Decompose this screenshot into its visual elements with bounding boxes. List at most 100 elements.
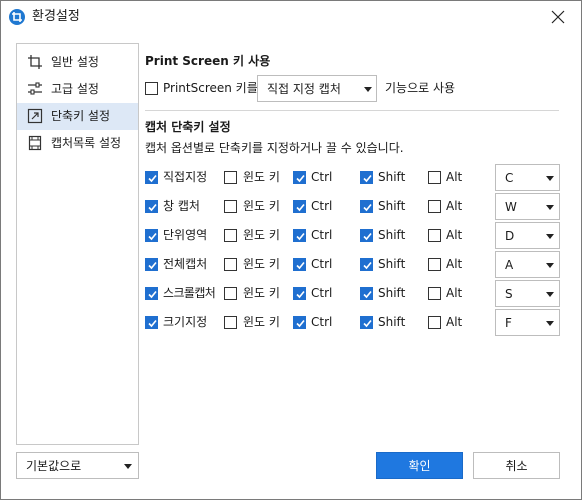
win-key-label: 윈도 키 bbox=[243, 257, 280, 271]
key-select-value: A bbox=[505, 258, 514, 272]
key-select[interactable]: D bbox=[495, 222, 560, 249]
ok-button[interactable]: 확인 bbox=[376, 452, 463, 479]
shift-label: Shift bbox=[378, 315, 406, 329]
window-title: 환경설정 bbox=[32, 9, 80, 24]
ctrl-checkbox[interactable] bbox=[293, 200, 306, 213]
key-select-value: C bbox=[505, 171, 514, 185]
key-select[interactable]: F bbox=[495, 309, 560, 336]
alt-checkbox[interactable] bbox=[428, 229, 441, 242]
capture-shortcut-section-title: 캡처 단축키 설정 bbox=[145, 120, 231, 134]
win-key-label: 윈도 키 bbox=[243, 228, 280, 242]
win-key-checkbox[interactable] bbox=[224, 316, 237, 329]
cancel-button-label: 취소 bbox=[505, 459, 528, 473]
row-enable-checkbox[interactable] bbox=[145, 316, 158, 329]
row-enable-checkbox[interactable] bbox=[145, 287, 158, 300]
cancel-button[interactable]: 취소 bbox=[473, 452, 560, 479]
alt-label: Alt bbox=[446, 199, 463, 213]
check-icon bbox=[148, 261, 157, 270]
check-icon bbox=[148, 290, 157, 299]
ctrl-checkbox[interactable] bbox=[293, 316, 306, 329]
app-crop-icon bbox=[9, 9, 25, 25]
ctrl-checkbox[interactable] bbox=[293, 229, 306, 242]
close-button[interactable] bbox=[547, 6, 569, 28]
alt-checkbox[interactable] bbox=[428, 287, 441, 300]
sidebar-item-general[interactable]: 일반 설정 bbox=[17, 49, 138, 76]
ctrl-checkbox[interactable] bbox=[293, 287, 306, 300]
row-label: 전체캡처 bbox=[163, 257, 208, 271]
sidebar-item-label: 일반 설정 bbox=[51, 55, 99, 69]
crop-icon bbox=[27, 54, 43, 70]
check-icon bbox=[363, 290, 372, 299]
sidebar-item-label: 캡처목록 설정 bbox=[51, 136, 122, 150]
row-label: 직접지정 bbox=[163, 170, 208, 184]
win-key-checkbox[interactable] bbox=[224, 200, 237, 213]
ok-button-label: 확인 bbox=[408, 459, 431, 473]
check-icon bbox=[296, 261, 305, 270]
sliders-icon bbox=[27, 81, 43, 97]
sidebar-item-label: 고급 설정 bbox=[51, 82, 99, 96]
key-select[interactable]: W bbox=[495, 193, 560, 220]
shift-label: Shift bbox=[378, 286, 406, 300]
ctrl-checkbox[interactable] bbox=[293, 258, 306, 271]
win-key-checkbox[interactable] bbox=[224, 287, 237, 300]
row-label: 창 캡처 bbox=[163, 199, 200, 213]
chevron-down-icon bbox=[124, 464, 132, 469]
sidebar-item-capture-list[interactable]: 캡처목록 설정 bbox=[17, 130, 138, 157]
ctrl-label: Ctrl bbox=[311, 228, 333, 242]
key-select[interactable]: A bbox=[495, 251, 560, 278]
shift-checkbox[interactable] bbox=[360, 316, 373, 329]
row-enable-checkbox[interactable] bbox=[145, 229, 158, 242]
title-bar: 환경설정 bbox=[1, 1, 581, 33]
check-icon bbox=[296, 203, 305, 212]
shift-checkbox[interactable] bbox=[360, 287, 373, 300]
key-select[interactable]: S bbox=[495, 280, 560, 307]
reset-defaults-select[interactable]: 기본값으로 bbox=[16, 452, 139, 479]
alt-label: Alt bbox=[446, 286, 463, 300]
sidebar-item-shortcuts[interactable]: 단축키 설정 bbox=[17, 103, 138, 130]
win-key-checkbox[interactable] bbox=[224, 258, 237, 271]
row-enable-checkbox[interactable] bbox=[145, 171, 158, 184]
shift-checkbox[interactable] bbox=[360, 200, 373, 213]
check-icon bbox=[148, 203, 157, 212]
shift-label: Shift bbox=[378, 199, 406, 213]
win-key-label: 윈도 키 bbox=[243, 315, 280, 329]
chevron-down-icon bbox=[546, 292, 554, 297]
shift-label: Shift bbox=[378, 257, 406, 271]
sidebar-item-advanced[interactable]: 고급 설정 bbox=[17, 76, 138, 103]
check-icon bbox=[363, 203, 372, 212]
ctrl-label: Ctrl bbox=[311, 286, 333, 300]
alt-checkbox[interactable] bbox=[428, 258, 441, 271]
row-enable-checkbox[interactable] bbox=[145, 200, 158, 213]
alt-label: Alt bbox=[446, 315, 463, 329]
reset-defaults-label: 기본값으로 bbox=[26, 459, 82, 473]
shift-checkbox[interactable] bbox=[360, 258, 373, 271]
alt-label: Alt bbox=[446, 170, 463, 184]
row-enable-checkbox[interactable] bbox=[145, 258, 158, 271]
ctrl-checkbox[interactable] bbox=[293, 171, 306, 184]
key-select-value: F bbox=[505, 316, 512, 330]
alt-checkbox[interactable] bbox=[428, 200, 441, 213]
key-select-value: D bbox=[505, 229, 515, 243]
printscreen-suffix-label: 기능으로 사용 bbox=[385, 81, 456, 95]
ctrl-label: Ctrl bbox=[311, 257, 333, 271]
win-key-label: 윈도 키 bbox=[243, 199, 280, 213]
check-icon bbox=[363, 174, 372, 183]
key-select-value: W bbox=[505, 200, 517, 214]
ctrl-label: Ctrl bbox=[311, 199, 333, 213]
chevron-down-icon bbox=[546, 176, 554, 181]
win-key-label: 윈도 키 bbox=[243, 286, 280, 300]
printscreen-function-select[interactable]: 직접 지정 캡처 bbox=[257, 75, 377, 102]
check-icon bbox=[296, 319, 305, 328]
key-select[interactable]: C bbox=[495, 164, 560, 191]
shift-checkbox[interactable] bbox=[360, 229, 373, 242]
capture-shortcut-description: 캡처 옵션별로 단축키를 지정하거나 끌 수 있습니다. bbox=[145, 141, 404, 155]
settings-dialog: 환경설정 일반 설정 고급 설정 단축키 설정 캡처목록 설정 기본값으로 Pr… bbox=[0, 0, 582, 500]
row-label: 스크롤캡처 bbox=[163, 286, 216, 300]
win-key-checkbox[interactable] bbox=[224, 229, 237, 242]
printscreen-checkbox[interactable] bbox=[145, 82, 158, 95]
win-key-checkbox[interactable] bbox=[224, 171, 237, 184]
shift-checkbox[interactable] bbox=[360, 171, 373, 184]
alt-checkbox[interactable] bbox=[428, 316, 441, 329]
check-icon bbox=[363, 261, 372, 270]
alt-checkbox[interactable] bbox=[428, 171, 441, 184]
